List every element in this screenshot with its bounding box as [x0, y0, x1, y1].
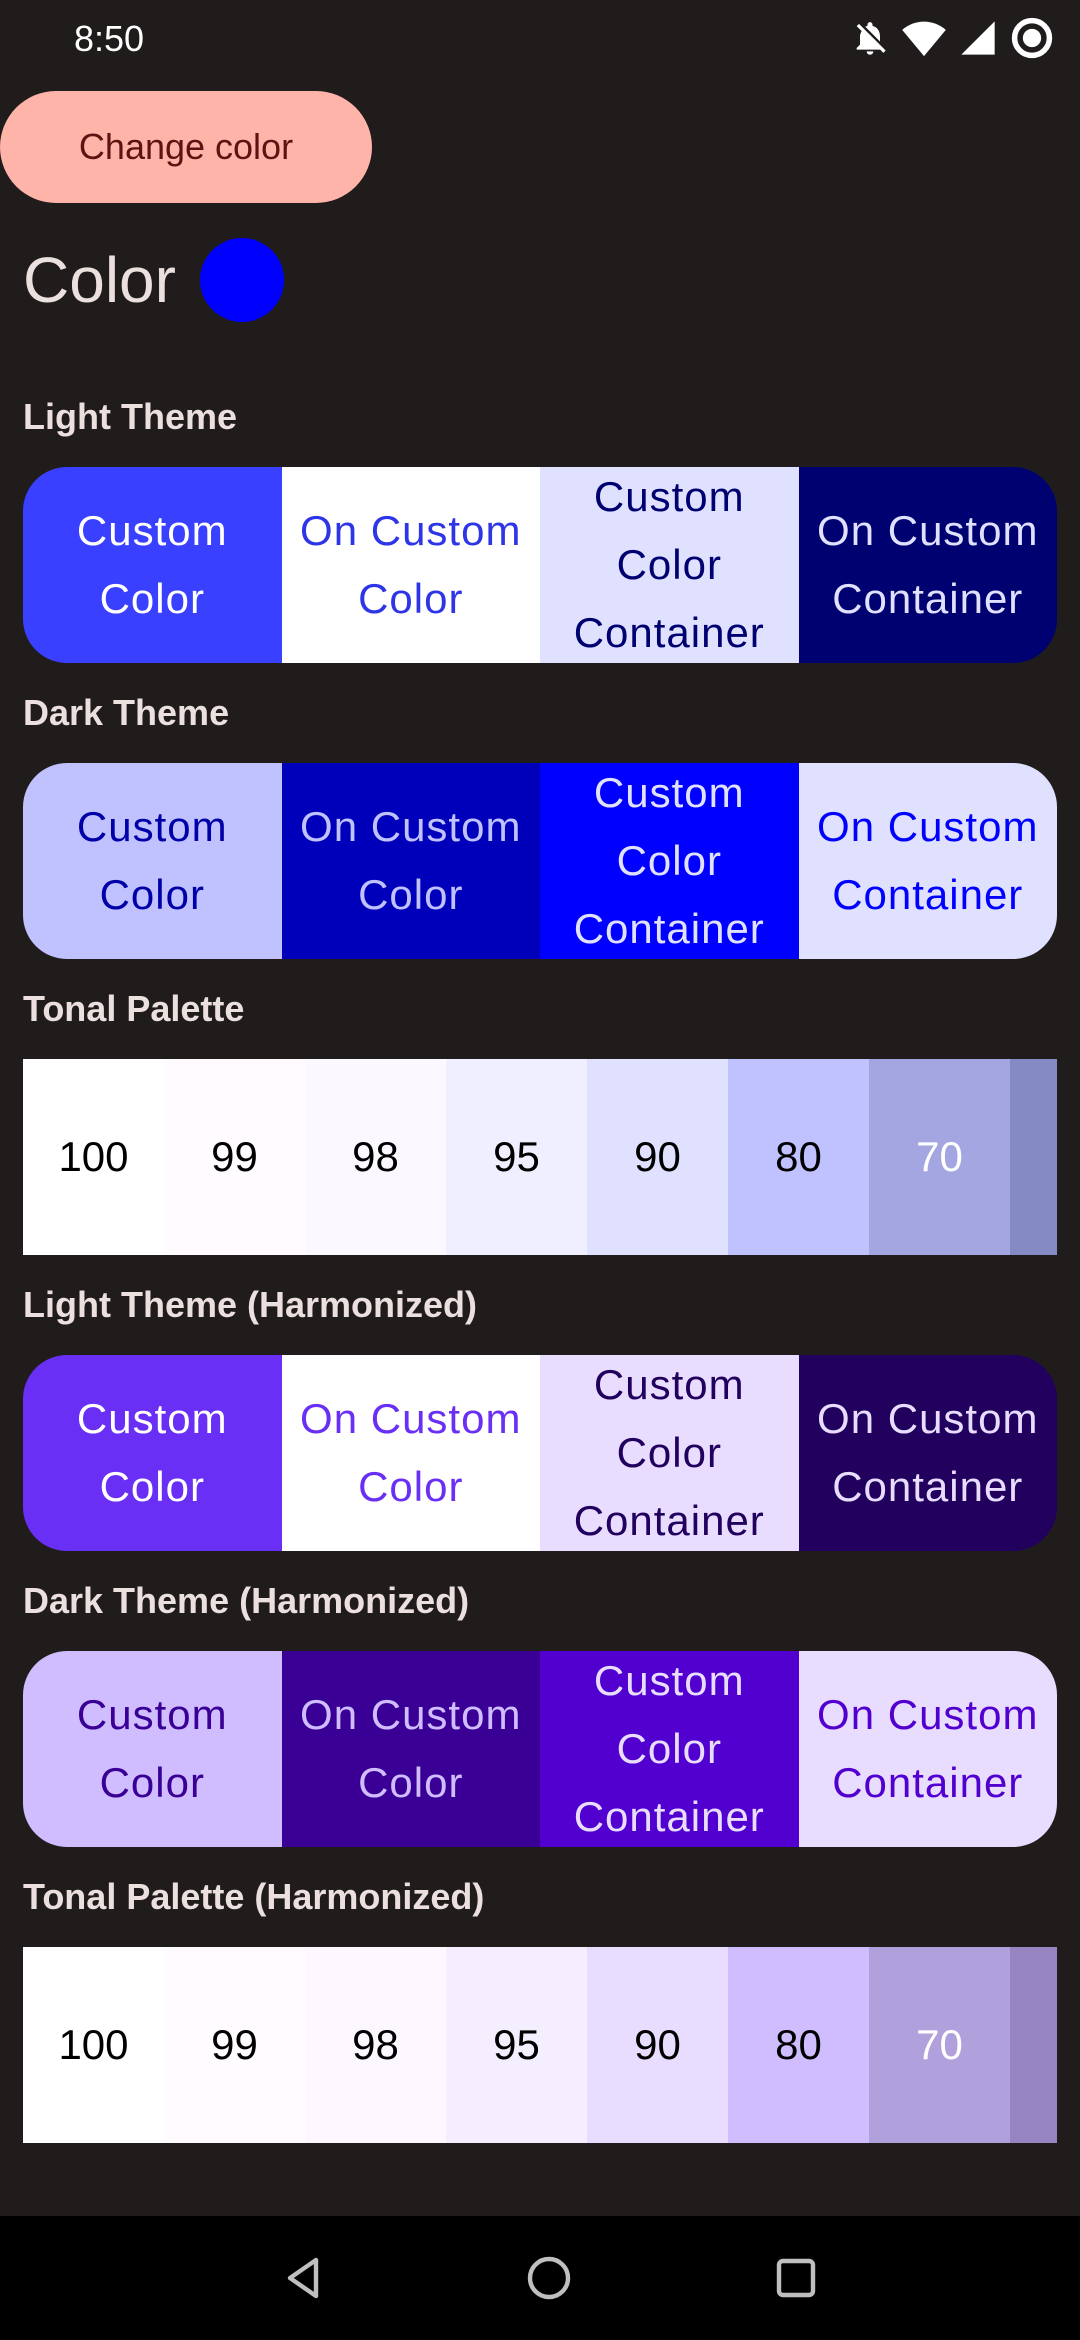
- dark-theme-row: Custom Color On Custom Color Custom Color …: [23, 763, 1057, 959]
- tone-swatch: 100: [23, 1059, 164, 1255]
- color-cell-label: On Custom Color: [300, 507, 522, 622]
- dark-theme-harmonized-title: Dark Theme (Harmonized): [23, 1580, 470, 1621]
- color-cell-label: Custom Color Container: [573, 1361, 765, 1544]
- color-cell-label: Custom Color: [76, 1691, 228, 1806]
- home-icon[interactable]: [517, 2246, 581, 2310]
- dark-theme-harmonized-row: Custom Color On Custom Color Custom Color …: [23, 1651, 1057, 1847]
- color-cell-label: Custom Color Container: [573, 1657, 765, 1840]
- status-icons: [850, 16, 1054, 60]
- color-cell: On Custom Container: [798, 467, 1057, 663]
- wifi-icon: [902, 18, 946, 58]
- color-cell-label: On Custom Container: [817, 507, 1039, 622]
- tone-label: 98: [352, 2021, 399, 2068]
- tone-label: 70: [916, 2021, 963, 2068]
- tone-swatch: 90: [587, 1059, 728, 1255]
- color-cell: Custom Color: [23, 1651, 282, 1847]
- tone-label: 70: [916, 1133, 963, 1180]
- light-theme-title: Light Theme: [23, 396, 237, 437]
- tone-swatch: 95: [446, 1947, 587, 2143]
- status-time: 8:50: [74, 18, 145, 59]
- tone-swatch: [1010, 1947, 1057, 2143]
- color-cell: On Custom Container: [798, 763, 1057, 959]
- color-cell: Custom Color Container: [540, 763, 799, 959]
- back-icon[interactable]: [272, 2246, 336, 2310]
- color-cell-label: Custom Color Container: [573, 473, 765, 656]
- bell-off-icon: [850, 18, 890, 58]
- tone-label: 98: [352, 1133, 399, 1180]
- color-cell-label: On Custom Container: [817, 803, 1039, 918]
- color-cell: On Custom Color: [281, 467, 540, 663]
- signal-icon: [958, 18, 998, 58]
- light-theme-harmonized-row: Custom Color On Custom Color Custom Color …: [23, 1355, 1057, 1551]
- color-cell-label: Custom Color: [76, 1395, 228, 1510]
- color-cell: On Custom Color: [281, 1651, 540, 1847]
- tone-label: 99: [211, 2021, 258, 2068]
- tone-label: 90: [634, 2021, 681, 2068]
- color-cell-label: On Custom Container: [817, 1395, 1039, 1510]
- color-label: Color: [23, 244, 176, 316]
- light-theme-harmonized-title: Light Theme (Harmonized): [23, 1284, 478, 1325]
- tone-label: 95: [493, 1133, 540, 1180]
- tone-swatch: 90: [587, 1947, 728, 2143]
- tone-swatch: 98: [305, 1059, 446, 1255]
- color-cell: Custom Color: [23, 1355, 282, 1551]
- color-cell-label: Custom Color: [76, 507, 228, 622]
- tonal-palette-row: 100 99 98 95 90 80 70: [23, 1059, 1057, 1255]
- status-bar: 8:50: [0, 0, 1080, 80]
- color-cell-label: On Custom Container: [817, 1691, 1039, 1806]
- record-icon: [1010, 16, 1054, 60]
- tone-label: 80: [775, 1133, 822, 1180]
- color-cell-label: On Custom Color: [300, 1691, 522, 1806]
- color-cell-label: Custom Color Container: [573, 769, 765, 952]
- tone-label: 90: [634, 1133, 681, 1180]
- color-cell: Custom Color Container: [540, 1355, 799, 1551]
- color-cell-label: Custom Color: [76, 803, 228, 918]
- tone-label: 100: [58, 2021, 129, 2068]
- color-cell: On Custom Container: [798, 1355, 1057, 1551]
- tonal-palette-harmonized-title: Tonal Palette (Harmonized): [23, 1876, 485, 1917]
- dark-theme-title: Dark Theme: [23, 692, 230, 733]
- color-cell: On Custom Container: [798, 1651, 1057, 1847]
- color-cell: On Custom Color: [281, 1355, 540, 1551]
- color-cell: Custom Color: [23, 467, 282, 663]
- tone-swatch: 70: [869, 1059, 1010, 1255]
- tone-label: 99: [211, 1133, 258, 1180]
- tone-swatch: 98: [305, 1947, 446, 2143]
- tone-swatch: 95: [446, 1059, 587, 1255]
- color-row: Color: [23, 238, 284, 322]
- color-cell: Custom Color: [23, 763, 282, 959]
- tone-swatch: 80: [728, 1947, 869, 2143]
- navigation-bar: [0, 2216, 1080, 2340]
- color-cell-label: On Custom Color: [300, 803, 522, 918]
- recents-icon[interactable]: [764, 2246, 828, 2310]
- tone-swatch: 99: [164, 1947, 305, 2143]
- tonal-palette-title: Tonal Palette: [23, 988, 245, 1029]
- color-swatch[interactable]: [199, 238, 284, 322]
- tone-label: 95: [493, 2021, 540, 2068]
- tone-swatch: [1010, 1059, 1057, 1255]
- tone-swatch: 80: [728, 1059, 869, 1255]
- color-cell: Custom Color Container: [540, 1651, 799, 1847]
- tone-label: 100: [58, 1133, 129, 1180]
- color-cell: On Custom Color: [281, 763, 540, 959]
- tone-swatch: 70: [869, 1947, 1010, 2143]
- change-color-button[interactable]: Change color: [0, 91, 372, 203]
- tonal-palette-harmonized-row: 100 99 98 95 90 80 70: [23, 1947, 1057, 2143]
- color-cell: Custom Color Container: [540, 467, 799, 663]
- tone-swatch: 100: [23, 1947, 164, 2143]
- tone-swatch: 99: [164, 1059, 305, 1255]
- light-theme-row: Custom Color On Custom Color Custom Color …: [23, 467, 1057, 663]
- color-cell-label: On Custom Color: [300, 1395, 522, 1510]
- tone-label: 80: [775, 2021, 822, 2068]
